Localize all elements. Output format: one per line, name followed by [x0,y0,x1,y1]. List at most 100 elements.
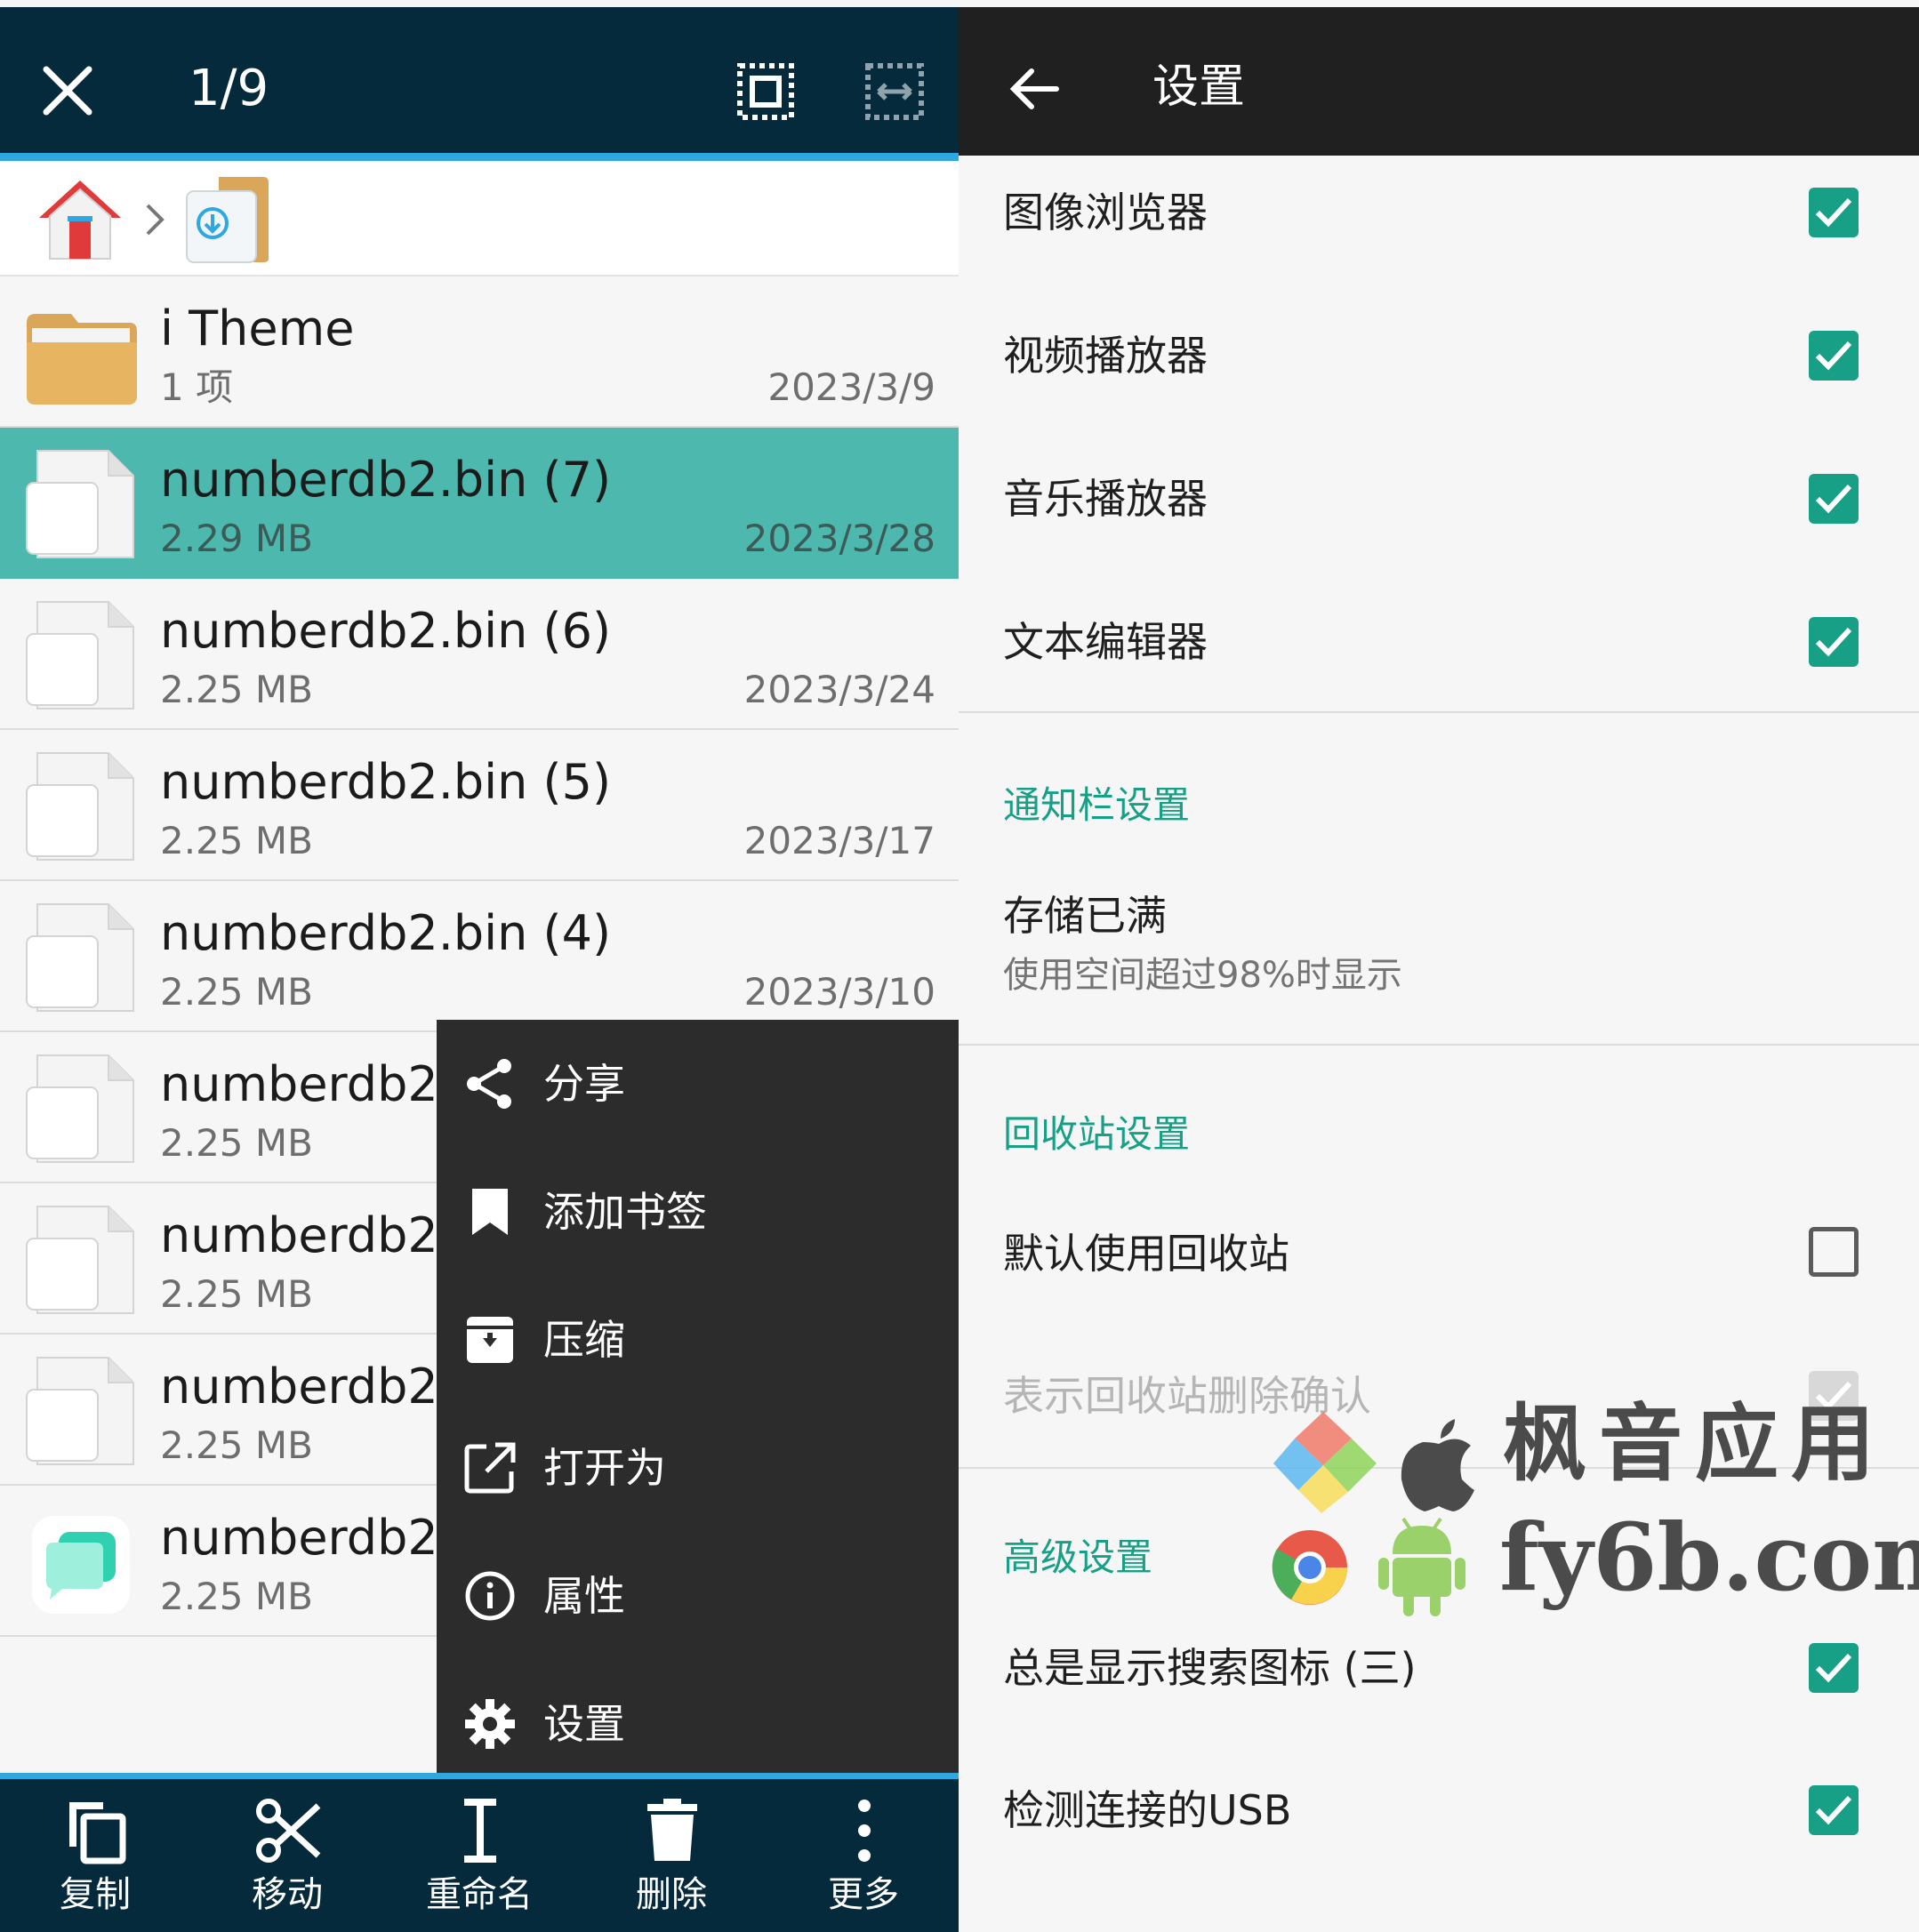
file-icon [26,903,134,1012]
checkbox-text-editor[interactable] [1809,617,1859,667]
check-icon [1815,1795,1852,1825]
home-icon[interactable] [36,177,124,262]
menu-item-label: 属性 [543,1572,625,1620]
checkbox-image-viewer[interactable] [1809,188,1859,237]
file-size: 2.25 MB [160,970,313,1014]
file-date: 2023/3/28 [743,517,935,560]
folder-icon [27,314,137,405]
settings-pane: 设置 图像浏览器 视频播放器 音乐播放器 文本编辑器 通知栏设置 存储已满 使用… [959,0,1919,1932]
checkbox-video-player[interactable] [1809,331,1859,381]
checkbox-use-recycle-bin[interactable] [1809,1227,1859,1277]
selection-count: 1/9 [189,60,269,117]
menu-item-label: 设置 [543,1700,625,1748]
pref-detect-usb[interactable]: 检测连接的USB [959,1760,1919,1903]
menu-item-bookmark[interactable]: 添加书签 [437,1148,959,1276]
settings-header: 设置 [959,7,1919,156]
section-advanced-heading: 高级设置 [1003,1535,1153,1579]
close-icon[interactable] [41,64,94,117]
file-name: numberdb2.bin (6) [160,603,612,659]
move-button[interactable]: 移动 [203,1779,372,1932]
menu-item-share[interactable]: 分享 [437,1020,959,1148]
pref-always-show-search[interactable]: 总是显示搜索图标 (三) [959,1618,1919,1760]
file-name: numberdb2.bin (7) [160,452,612,508]
breadcrumb [0,161,959,277]
checkbox-detect-usb[interactable] [1809,1785,1859,1835]
more-vertical-icon [858,1800,871,1862]
menu-item-settings[interactable]: 设置 [437,1660,959,1788]
section-recycle-heading: 回收站设置 [1003,1112,1191,1156]
select-range-icon[interactable] [864,62,925,121]
file-icon [26,1054,134,1163]
move-label: 移动 [252,1874,323,1915]
file-icon [26,752,134,861]
file-date: 2023/3/9 [767,365,935,409]
menu-item-open-as[interactable]: 打开为 [437,1404,959,1532]
pref-video-player[interactable]: 视频播放器 [959,299,1919,442]
pref-summary: 使用空间超过98%时显示 [1003,955,1402,996]
list-item[interactable]: numberdb2.bin (6) 2.25 MB 2023/3/24 [0,579,959,730]
file-date: 2023/3/10 [743,970,935,1014]
bottom-action-bar: 复制 移动 重命名 删除 更多 [0,1779,959,1932]
more-button[interactable]: 更多 [779,1779,948,1932]
file-size: 1 项 [160,365,234,409]
delete-button[interactable]: 删除 [587,1779,756,1932]
back-arrow-icon[interactable] [1008,62,1062,116]
copy-button[interactable]: 复制 [11,1779,180,1932]
menu-item-label: 压缩 [543,1316,625,1364]
pref-text-editor[interactable]: 文本编辑器 [959,585,1919,711]
scissors-icon [256,1799,321,1863]
toolbar-accent-line [0,153,959,161]
file-date: 2023/3/17 [743,819,935,862]
file-size: 2.25 MB [160,1423,313,1467]
pref-use-recycle-bin[interactable]: 默认使用回收站 [959,1191,1919,1316]
app-icon [32,1516,130,1614]
list-item[interactable]: numberdb2.bin (7) 2.29 MB 2023/3/28 [0,428,959,579]
file-size: 2.25 MB [160,1272,313,1316]
checkbox-music-player[interactable] [1809,474,1859,524]
file-name: numberdb2. [160,1056,454,1112]
archive-icon [467,1317,513,1363]
menu-item-label: 分享 [543,1060,625,1108]
pref-title: 视频播放器 [1003,332,1208,380]
file-icon [26,450,134,558]
section-notification-heading: 通知栏设置 [1003,783,1191,827]
pref-title: 文本编辑器 [1003,618,1208,666]
check-icon [1815,484,1852,514]
pref-image-viewer[interactable]: 图像浏览器 [959,156,1919,299]
copy-icon [69,1802,126,1864]
copy-label: 复制 [60,1874,131,1915]
rename-label: 重命名 [426,1874,533,1915]
file-size: 2.29 MB [160,517,313,560]
pref-title: 检测连接的USB [1003,1786,1292,1834]
chevron-right-icon [146,204,165,236]
list-item[interactable]: i Theme 1 项 2023/3/9 [0,277,959,428]
download-folder-icon[interactable] [183,173,272,266]
file-date: 2023/3/24 [743,668,935,711]
check-icon [1815,627,1852,657]
windows-logo-icon [1273,1412,1377,1513]
file-size: 2.25 MB [160,819,313,862]
pref-storage-full[interactable]: 存储已满 使用空间超过98%时显示 [959,880,1919,1040]
list-item[interactable]: numberdb2.bin (5) 2.25 MB 2023/3/17 [0,730,959,881]
file-name: numberdb2. [160,1207,454,1263]
menu-item-properties[interactable]: 属性 [437,1532,959,1660]
pref-title: 存储已满 [1003,892,1167,940]
list-item[interactable]: numberdb2.bin (4) 2.25 MB 2023/3/10 [0,881,959,1032]
menu-item-label: 打开为 [543,1444,666,1492]
check-icon [1815,341,1852,371]
file-manager-pane: 1/9 i Theme 1 项 2023/3/9 numberdb2.bin (… [0,0,959,1932]
checkbox-always-show-search[interactable] [1809,1643,1859,1693]
apple-logo-icon [1401,1419,1474,1511]
rename-icon [464,1799,496,1863]
watermark-url: fy6b.com [1499,1503,1919,1612]
android-logo-icon [1378,1517,1465,1616]
bookmark-icon [472,1189,508,1235]
file-icon [26,1206,134,1314]
menu-item-compress[interactable]: 压缩 [437,1276,959,1404]
select-all-icon[interactable] [736,62,795,121]
watermark: 枫音应用 fy6b.com [1270,1396,1919,1618]
pref-music-player[interactable]: 音乐播放器 [959,442,1919,585]
open-external-icon [464,1442,516,1494]
rename-button[interactable]: 重命名 [395,1779,564,1932]
check-icon [1815,1653,1852,1683]
